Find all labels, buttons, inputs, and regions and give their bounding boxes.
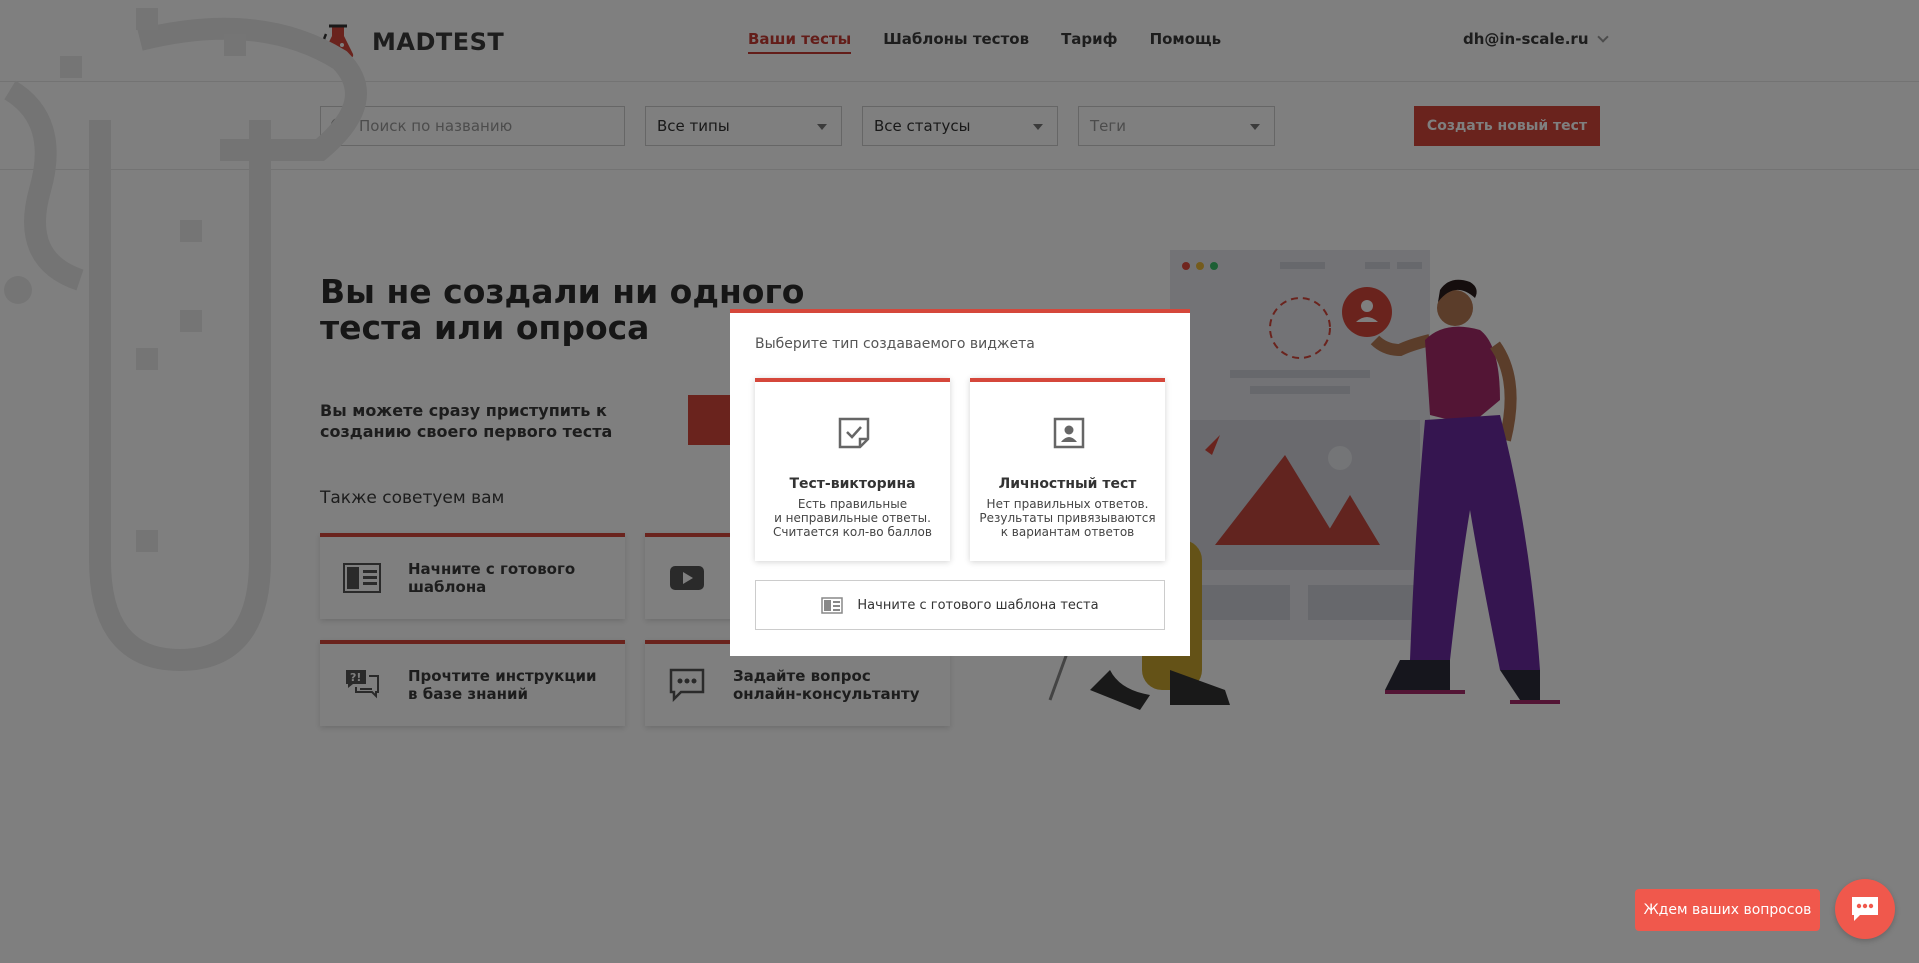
option-description: Есть правильные и неправильные ответы. С… bbox=[773, 497, 932, 539]
template-icon bbox=[821, 596, 844, 614]
modal-title: Выберите тип создаваемого виджета bbox=[755, 336, 1035, 352]
option-description: Нет правильных ответов. Результаты привя… bbox=[979, 497, 1156, 539]
option-title: Личностный тест bbox=[998, 476, 1137, 492]
option-title: Тест-викторина bbox=[789, 476, 916, 492]
person-frame-icon bbox=[1053, 417, 1085, 449]
option-personality[interactable]: Личностный тест Нет правильных ответов. … bbox=[970, 378, 1165, 561]
start-from-template-button[interactable]: Начните с готового шаблона теста bbox=[755, 580, 1165, 630]
chat-bubble-icon bbox=[1852, 897, 1878, 921]
widget-type-modal: Выберите тип создаваемого виджета Тест-в… bbox=[730, 309, 1190, 656]
checked-note-icon bbox=[838, 417, 870, 449]
chat-invite-label[interactable]: Ждем ваших вопросов bbox=[1635, 889, 1820, 931]
chat-launcher-button[interactable] bbox=[1835, 879, 1895, 939]
template-button-label: Начните с готового шаблона теста bbox=[857, 597, 1099, 613]
option-quiz[interactable]: Тест-викторина Есть правильные и неправи… bbox=[755, 378, 950, 561]
